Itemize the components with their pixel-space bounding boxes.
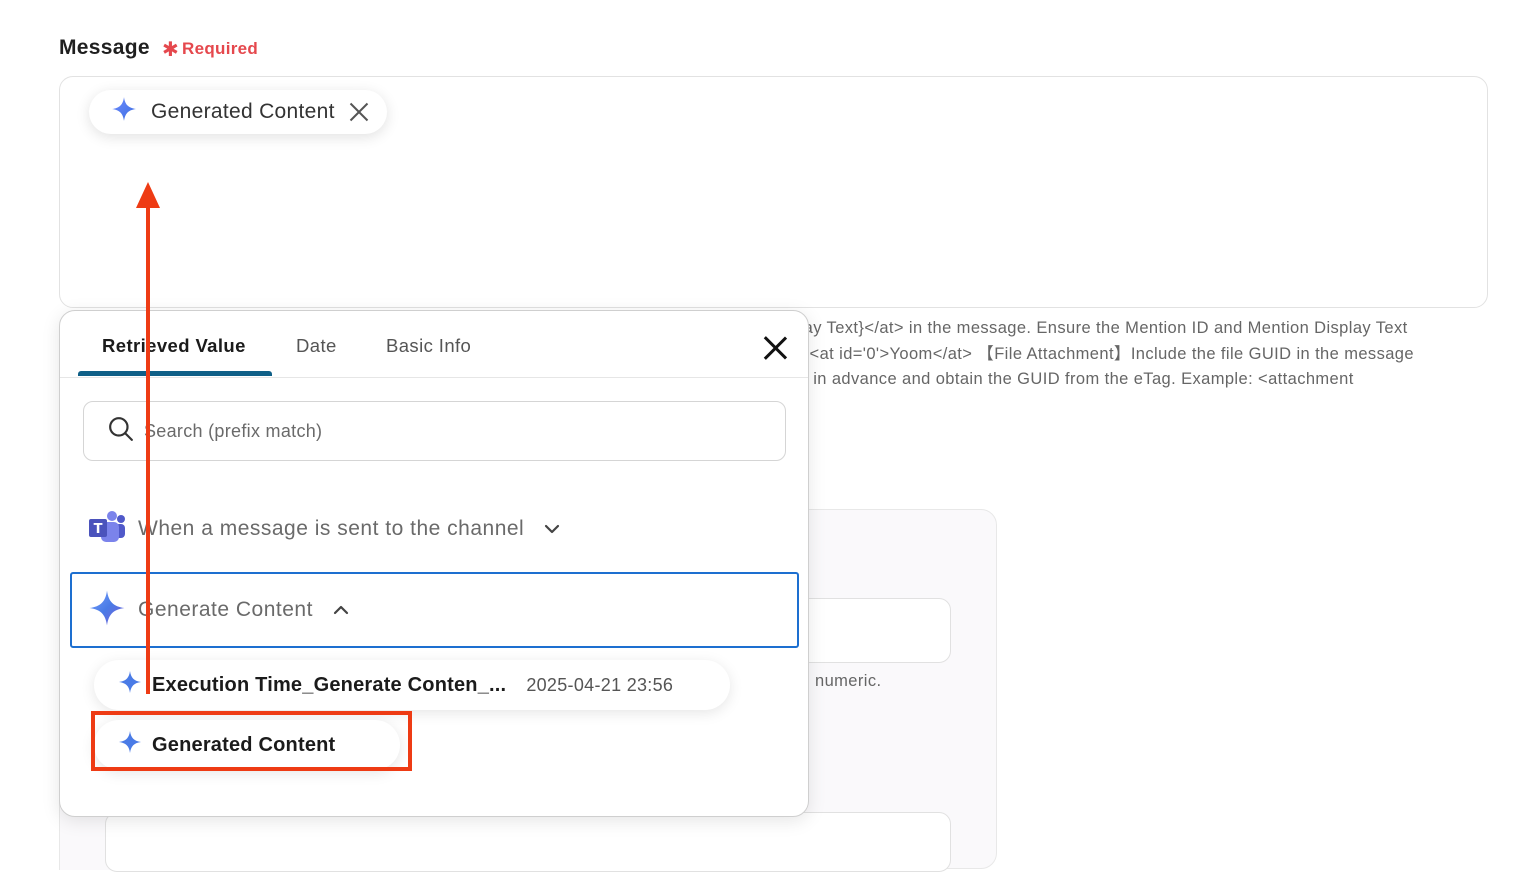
chevron-up-icon — [333, 602, 349, 618]
field-label-text: Message — [59, 36, 150, 59]
value-label: Execution Time_Generate Conten_... — [152, 673, 507, 696]
chevron-down-icon — [544, 521, 560, 537]
svg-text:T: T — [94, 522, 103, 537]
annotation-highlight-box — [91, 711, 412, 771]
sparkle-icon — [111, 96, 137, 128]
help-line: e: <at id='0'>Yoom</at> 【File Attachment… — [790, 344, 1414, 363]
search-field[interactable] — [83, 401, 786, 461]
help-line: play Text}</at> in the message. Ensure t… — [790, 319, 1408, 337]
value-preview: 2025-04-21 23:56 — [526, 674, 674, 695]
group-row-generate-content[interactable]: Generate Content — [70, 572, 799, 648]
message-help-text: play Text}</at> in the message. Ensure t… — [790, 316, 1500, 393]
search-input[interactable] — [142, 419, 706, 443]
help-line: ve in advance and obtain the GUID from t… — [790, 370, 1354, 388]
message-field-label: Message ✱ Required — [59, 36, 258, 62]
close-icon[interactable] — [763, 336, 787, 360]
tab-basic-info[interactable]: Basic Info — [386, 335, 471, 357]
required-text: Required — [182, 39, 259, 58]
annotation-arrow-icon — [120, 180, 176, 705]
generated-content-chip[interactable]: Generated Content — [89, 90, 387, 134]
remove-chip-icon[interactable] — [349, 102, 369, 122]
chip-label: Generated Content — [151, 100, 335, 123]
value-item-execution-time[interactable]: Execution Time_Generate Conten_... 2025-… — [94, 660, 730, 710]
group-label: When a message is sent to the channel — [138, 517, 525, 540]
asterisk-icon: ✱ — [161, 39, 180, 61]
group-row-teams-trigger[interactable]: T When a message is sent to the channel — [70, 491, 799, 567]
tab-date[interactable]: Date — [296, 335, 337, 357]
background-input-bottom[interactable] — [105, 812, 951, 872]
background-input[interactable] — [790, 598, 951, 663]
required-indicator: ✱ Required — [162, 39, 259, 61]
background-hint: numeric. — [815, 672, 882, 690]
